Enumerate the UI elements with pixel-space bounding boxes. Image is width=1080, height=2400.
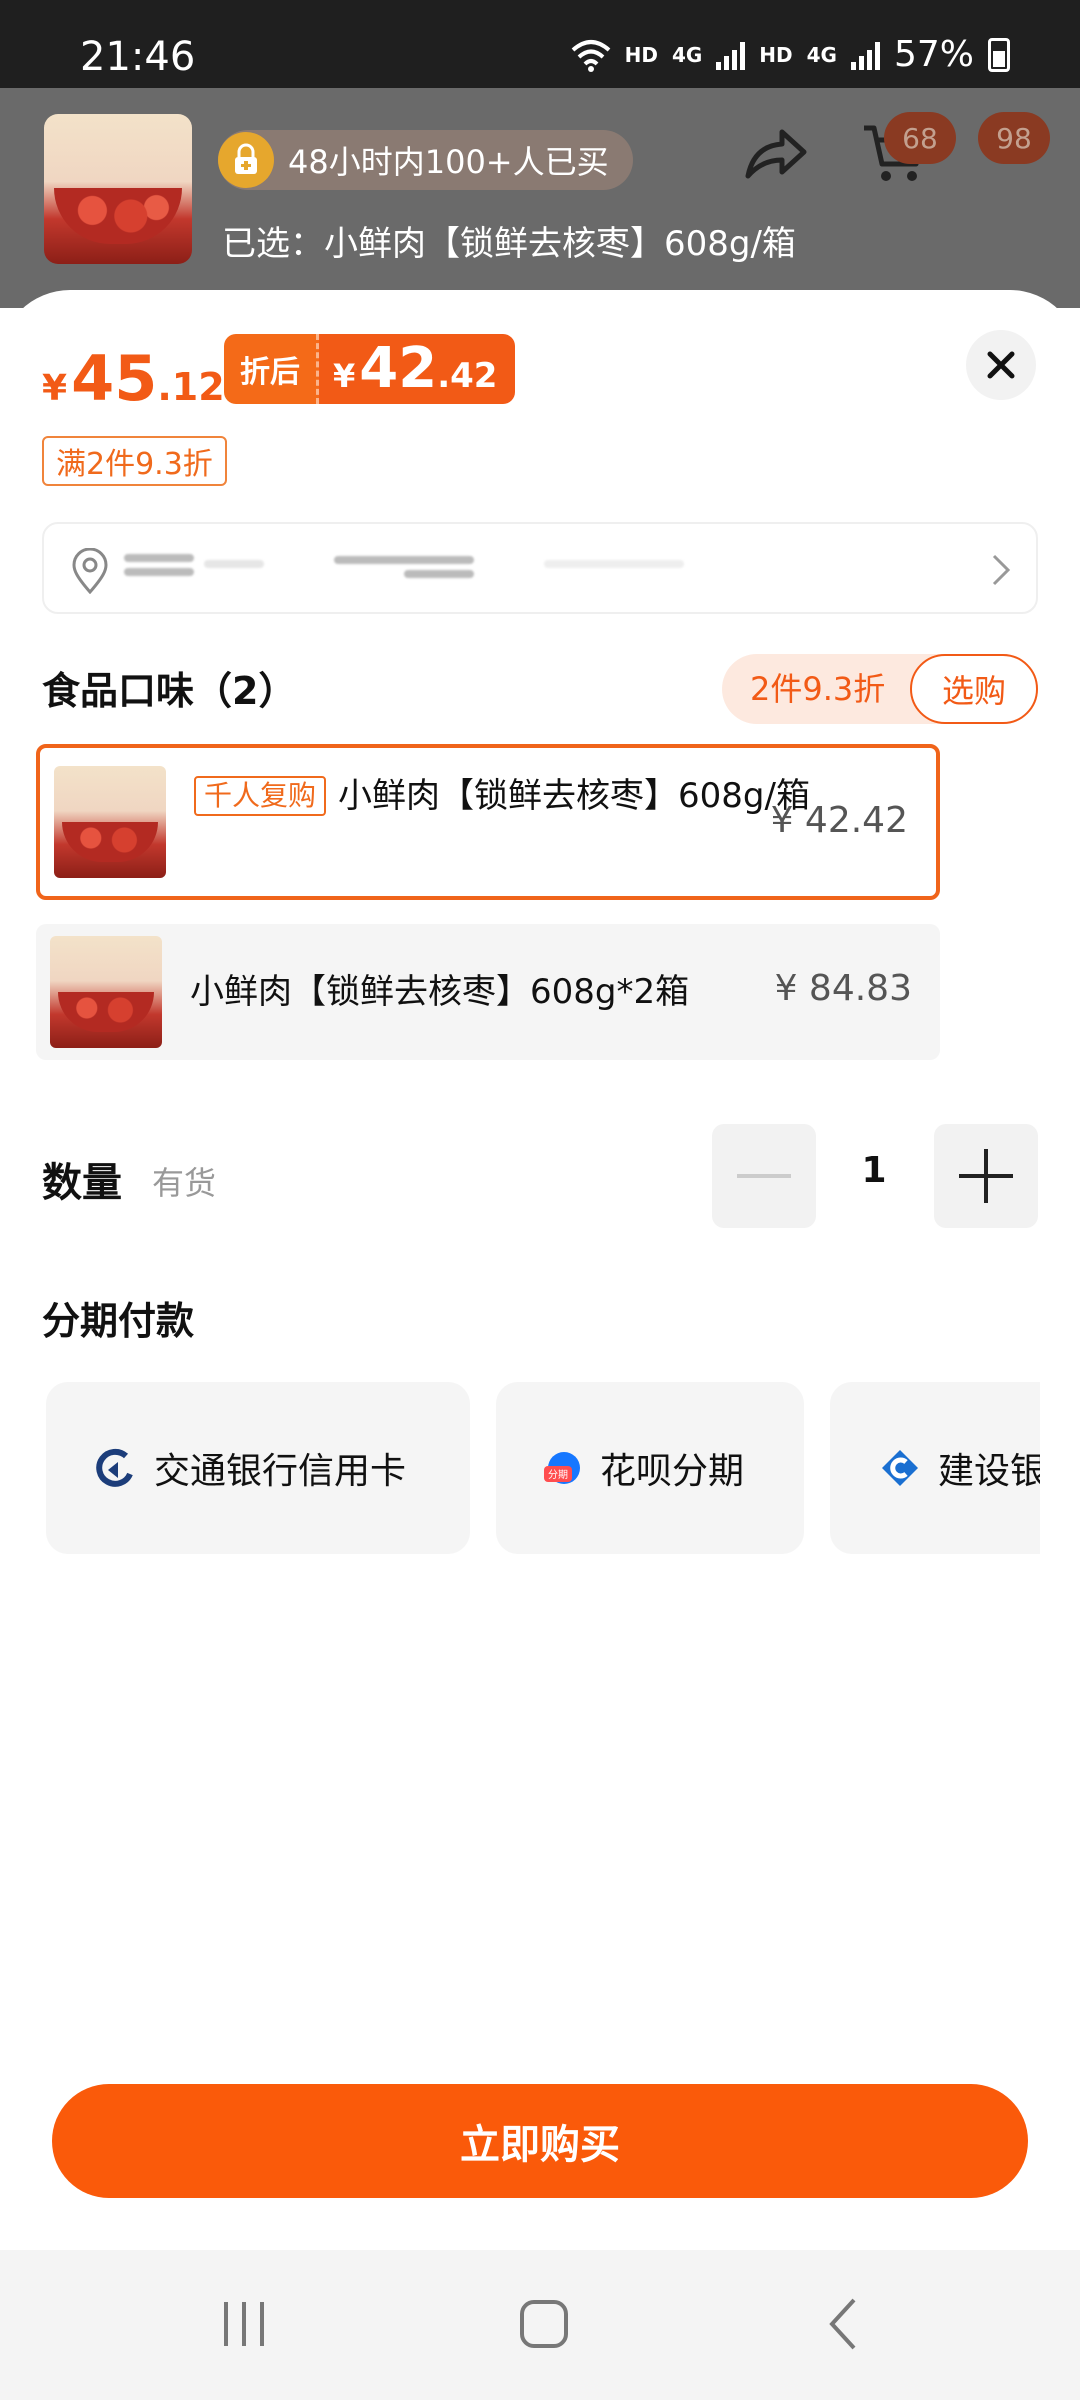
option-name-text: 小鲜肉【锁鲜去核枣】608g/箱 <box>338 776 810 816</box>
promo-tag: 满2件9.3折 <box>42 436 227 486</box>
installment-section-title: 分期付款 <box>42 1299 195 1343</box>
after-price-dec: .42 <box>437 356 498 396</box>
status-bar: 21:46 HD 4G HD 4G 57% <box>0 0 1080 88</box>
flavor-option-double-box[interactable]: 小鲜肉【锁鲜去核枣】608g*2箱 ¥ 84.83 <box>36 924 940 1060</box>
decrease-quantity-button[interactable] <box>712 1124 816 1228</box>
hd-label-1: HD <box>624 42 658 67</box>
after-discount-price: ¥ 42 .42 <box>319 334 516 404</box>
location-pin-icon <box>72 548 108 594</box>
installment-option-ccb[interactable]: 建设银 <box>830 1382 1040 1554</box>
option-thumbnail <box>50 936 162 1048</box>
network-label-2: 4G <box>806 42 837 67</box>
system-navigation-bar <box>0 2250 1080 2400</box>
bought-count-pill: 48小时内100+人已买 <box>218 130 633 190</box>
increase-quantity-button[interactable] <box>934 1124 1038 1228</box>
installment-name: 建设银 <box>938 1451 1040 1492</box>
plus-icon <box>959 1149 1013 1203</box>
rebuy-tag: 千人复购 <box>194 776 327 816</box>
address-selector[interactable] <box>42 522 1038 614</box>
sku-bottom-sheet: ¥ 45 .12 折后 ¥ 42 .42 满2件9.3折 食品口味（2） 2件9… <box>0 290 1080 2250</box>
address-redacted <box>334 556 474 564</box>
quantity-value[interactable]: 1 <box>836 1150 912 1191</box>
bought-count-text: 48小时内100+人已买 <box>288 143 609 181</box>
installment-option-bocom[interactable]: 交通银行信用卡 <box>46 1382 470 1554</box>
bundle-discount-pill: 2件9.3折 选购 <box>722 654 1038 724</box>
signal-icon <box>716 40 746 70</box>
stock-status: 有货 <box>152 1164 217 1202</box>
back-icon[interactable] <box>816 2294 876 2354</box>
bocom-icon <box>96 1448 133 1487</box>
discounted-price-box: 折后 ¥ 42 .42 <box>224 334 516 404</box>
battery-icon <box>988 37 1010 72</box>
status-time: 21:46 <box>80 34 196 80</box>
after-price-int: 42 <box>359 336 438 401</box>
option-price: ¥ 42.42 <box>770 800 908 841</box>
chevron-right-icon <box>992 554 1011 586</box>
installment-name: 交通银行信用卡 <box>154 1451 407 1492</box>
original-price: ¥ 45 .12 <box>42 342 225 415</box>
ccb-icon <box>882 1450 918 1486</box>
quantity-label: 数量 <box>42 1160 122 1206</box>
home-icon[interactable] <box>514 2294 574 2354</box>
battery-percent: 57% <box>893 34 974 75</box>
close-icon <box>987 351 1015 379</box>
hd-label-2: HD <box>759 42 793 67</box>
product-thumbnail <box>44 114 192 264</box>
lock-icon <box>218 132 274 188</box>
installment-option-huabei[interactable]: 分期 花呗分期 <box>496 1382 804 1554</box>
select-purchase-button[interactable]: 选购 <box>910 654 1038 724</box>
network-label-1: 4G <box>671 42 703 67</box>
close-button[interactable] <box>966 330 1036 400</box>
after-discount-label: 折后 <box>224 334 319 404</box>
address-redacted <box>544 560 684 568</box>
signal-icon <box>850 40 880 70</box>
buy-now-button[interactable]: 立即购买 <box>52 2084 1028 2198</box>
option-thumbnail <box>54 766 166 878</box>
option-name-text: 小鲜肉【锁鲜去核枣】608g*2箱 <box>190 972 690 1012</box>
status-icons: HD 4G HD 4G 57% <box>571 34 1010 75</box>
wifi-icon <box>571 39 610 72</box>
selected-variant-text: 已选：小鲜肉【锁鲜去核枣】608g/箱 <box>222 224 796 264</box>
installment-options-row: 交通银行信用卡 分期 花呗分期 建设银 <box>46 1382 1040 1556</box>
huabei-icon: 分期 <box>544 1452 580 1484</box>
flavor-section-title: 食品口味（2） <box>42 669 297 713</box>
currency-symbol: ¥ <box>333 357 356 395</box>
installment-name: 花呗分期 <box>600 1451 745 1492</box>
original-price-int: 45 <box>71 342 158 415</box>
flavor-option-single-box[interactable]: 千人复购 小鲜肉【锁鲜去核枣】608g/箱 ¥ 42.42 <box>36 744 940 900</box>
option-price: ¥ 84.83 <box>774 968 912 1009</box>
minus-icon <box>737 1174 791 1178</box>
address-redacted <box>124 554 194 562</box>
original-price-dec: .12 <box>157 365 225 409</box>
currency-symbol: ¥ <box>42 368 68 409</box>
recent-apps-icon[interactable] <box>214 2294 274 2354</box>
bundle-discount-text: 2件9.3折 <box>750 670 886 708</box>
svg-text:分期: 分期 <box>548 1469 568 1481</box>
address-redacted <box>204 560 264 568</box>
cart-count-badge: 68 <box>884 112 956 164</box>
option-name: 千人复购 小鲜肉【锁鲜去核枣】608g/箱 <box>194 774 810 818</box>
message-count-badge: 98 <box>978 112 1050 164</box>
address-redacted <box>404 570 474 578</box>
address-redacted <box>124 568 194 576</box>
share-icon[interactable] <box>740 120 810 190</box>
